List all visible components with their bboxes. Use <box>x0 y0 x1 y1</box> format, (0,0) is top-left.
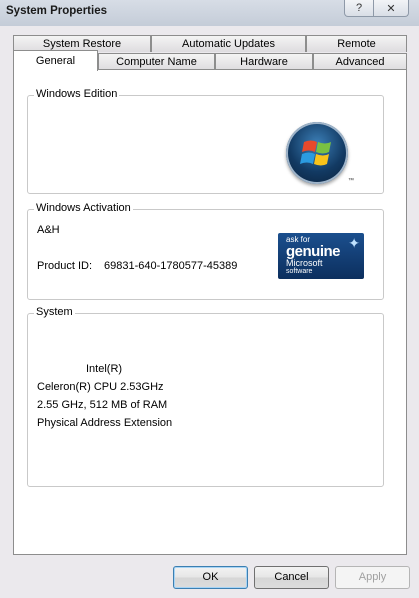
badge-line: Microsoft <box>286 258 323 268</box>
windows-edition-group: Windows Edition ™ <box>27 88 384 194</box>
tab-remote[interactable]: Remote <box>306 35 407 52</box>
processor-line-1: Intel(R) <box>86 363 123 375</box>
system-properties-window: System Properties ? ✕ System Restore Aut… <box>0 0 419 598</box>
close-icon: ✕ <box>386 2 396 15</box>
apply-button[interactable]: Apply <box>335 566 410 589</box>
badge-line: software <box>286 268 313 275</box>
tab-computer-name[interactable]: Computer Name <box>98 53 215 70</box>
memory-line: 2.55 GHz, 512 MB of RAM <box>37 399 168 411</box>
tab-hardware[interactable]: Hardware <box>215 53 313 70</box>
group-title: Windows Edition <box>34 88 120 100</box>
tab-label: General <box>35 55 76 67</box>
product-id-value: 69831-640-1780577-45389 <box>104 260 238 272</box>
pae-line: Physical Address Extension <box>37 417 173 429</box>
genuine-microsoft-icon[interactable]: ask for genuine Microsoft software ✦ <box>278 233 364 279</box>
group-title: Windows Activation <box>34 202 133 214</box>
tab-label: Computer Name <box>116 56 197 68</box>
windows-logo-icon <box>286 122 348 184</box>
tab-advanced[interactable]: Advanced <box>313 53 407 70</box>
group-title: System <box>34 306 75 318</box>
star-icon: ✦ <box>348 235 360 251</box>
ok-button[interactable]: OK <box>173 566 248 589</box>
tab-automatic-updates[interactable]: Automatic Updates <box>151 35 306 52</box>
system-group: System Intel(R) Celeron(R) CPU 2.53GHz 2… <box>27 306 384 487</box>
tab-general[interactable]: General <box>13 50 98 71</box>
tab-label: Remote <box>337 38 376 50</box>
registered-owner: A&H <box>37 224 60 236</box>
tab-label: Automatic Updates <box>182 38 275 50</box>
tab-label: System Restore <box>42 38 122 50</box>
general-tab-panel: Windows Edition ™ Windows Activation A&H… <box>13 69 407 555</box>
windows-activation-group: Windows Activation A&H Product ID: 69831… <box>27 202 384 300</box>
title-bar: System Properties ? ✕ <box>0 0 419 26</box>
product-id-label: Product ID: <box>37 260 93 272</box>
close-button[interactable]: ✕ <box>373 0 409 17</box>
help-icon: ? <box>355 2 363 14</box>
cancel-button[interactable]: Cancel <box>254 566 329 589</box>
window-title: System Properties <box>6 5 107 17</box>
tab-label: Hardware <box>240 56 288 68</box>
help-button[interactable]: ? <box>344 0 374 17</box>
tab-label: Advanced <box>335 56 385 68</box>
processor-line-2: Celeron(R) CPU 2.53GHz <box>37 381 164 393</box>
trademark-icon: ™ <box>348 178 354 184</box>
